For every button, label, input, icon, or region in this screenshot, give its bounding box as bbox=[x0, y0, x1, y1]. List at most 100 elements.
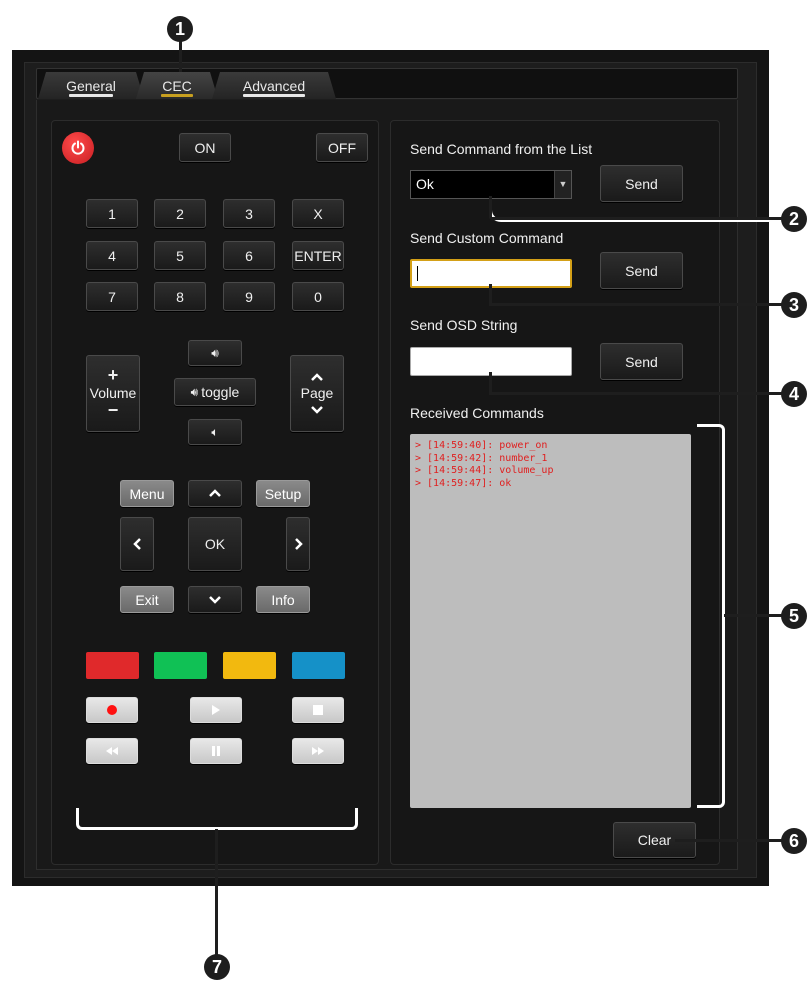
tab-advanced-underline bbox=[243, 94, 305, 97]
volume-rocker[interactable]: + Volume − bbox=[86, 355, 140, 432]
key-4[interactable]: 4 bbox=[86, 241, 138, 270]
callout-1: 1 bbox=[167, 16, 193, 42]
speaker-loud-icon: 🔊︎ bbox=[211, 345, 219, 360]
tab-general-label: General bbox=[66, 78, 116, 94]
send-list-label: Send Command from the List bbox=[410, 141, 593, 157]
volume-down-button[interactable]: 🔈︎ bbox=[188, 419, 242, 445]
rewind-icon bbox=[106, 747, 118, 755]
key-9[interactable]: 9 bbox=[223, 282, 275, 311]
tab-general-underline bbox=[69, 94, 113, 97]
callout-3-line-h bbox=[489, 303, 789, 306]
chevron-right-icon bbox=[294, 538, 303, 550]
chevron-left-icon bbox=[132, 538, 141, 550]
page-rocker[interactable]: Page bbox=[290, 355, 344, 432]
info-button[interactable]: Info bbox=[256, 586, 310, 613]
caret-down-icon: ▼ bbox=[554, 171, 571, 198]
callout-5-line bbox=[724, 614, 788, 617]
record-icon bbox=[107, 705, 117, 715]
callout-5: 5 bbox=[781, 603, 807, 629]
callout-5-bracket bbox=[697, 424, 725, 808]
send-osd-button[interactable]: Send bbox=[600, 343, 683, 380]
blue-button[interactable] bbox=[292, 652, 345, 679]
send-custom-button[interactable]: Send bbox=[600, 252, 683, 289]
volume-up-button[interactable]: 🔊︎ bbox=[188, 340, 242, 366]
nav-left-button[interactable] bbox=[120, 517, 154, 571]
key-1[interactable]: 1 bbox=[86, 199, 138, 228]
callout-6: 6 bbox=[781, 828, 807, 854]
mute-toggle-button[interactable]: 🔊︎ toggle bbox=[174, 378, 256, 406]
red-button[interactable] bbox=[86, 652, 139, 679]
callout-7-bracket bbox=[76, 808, 358, 830]
pause-icon bbox=[212, 746, 220, 756]
page-label: Page bbox=[300, 385, 334, 402]
key-5[interactable]: 5 bbox=[154, 241, 206, 270]
callout-7-line bbox=[215, 829, 218, 959]
custom-command-label: Send Custom Command bbox=[410, 230, 564, 246]
key-2[interactable]: 2 bbox=[154, 199, 206, 228]
stop-icon bbox=[313, 705, 323, 715]
tab-advanced-label: Advanced bbox=[242, 78, 306, 94]
rewind-button[interactable] bbox=[86, 738, 138, 764]
pause-button[interactable] bbox=[190, 738, 242, 764]
callout-6-line bbox=[675, 839, 785, 842]
callout-2: 2 bbox=[781, 206, 807, 232]
osd-string-label: Send OSD String bbox=[410, 317, 518, 333]
nav-down-button[interactable] bbox=[188, 586, 242, 613]
off-button[interactable]: OFF bbox=[316, 133, 368, 162]
key-7[interactable]: 7 bbox=[86, 282, 138, 311]
key-0[interactable]: 0 bbox=[292, 282, 344, 311]
tab-cec[interactable]: CEC bbox=[136, 72, 218, 99]
received-commands-log[interactable]: > [14:59:40]: power_on > [14:59:42]: num… bbox=[410, 434, 691, 808]
volume-plus-icon: + bbox=[107, 365, 119, 385]
mute-toggle-label: toggle bbox=[201, 384, 240, 400]
log-line: > [14:59:47]: ok bbox=[415, 477, 512, 489]
speaker-low-icon: 🔈︎ bbox=[211, 424, 219, 439]
tab-cec-underline bbox=[161, 94, 193, 97]
setup-button[interactable]: Setup bbox=[256, 480, 310, 507]
fast-forward-icon bbox=[312, 747, 324, 755]
callout-2-line-h bbox=[489, 217, 789, 220]
key-x[interactable]: X bbox=[292, 199, 344, 228]
key-enter[interactable]: ENTER bbox=[292, 241, 344, 270]
ok-button[interactable]: OK bbox=[188, 517, 242, 571]
volume-label: Volume bbox=[89, 384, 137, 401]
volume-minus-icon: − bbox=[107, 400, 119, 421]
stop-button[interactable] bbox=[292, 697, 344, 723]
command-select-value: Ok bbox=[416, 176, 434, 192]
callout-4-line-v bbox=[489, 372, 492, 393]
on-button[interactable]: ON bbox=[179, 133, 231, 162]
callout-3-line-v bbox=[489, 284, 492, 304]
command-select[interactable]: Ok ▼ bbox=[410, 170, 572, 199]
key-8[interactable]: 8 bbox=[154, 282, 206, 311]
play-icon bbox=[212, 705, 220, 715]
play-button[interactable] bbox=[190, 697, 242, 723]
fast-forward-button[interactable] bbox=[292, 738, 344, 764]
callout-1-line bbox=[179, 38, 182, 72]
log-line: > [14:59:40]: power_on bbox=[415, 440, 548, 451]
green-button[interactable] bbox=[154, 652, 207, 679]
exit-button[interactable]: Exit bbox=[120, 586, 174, 613]
callout-4-line-h bbox=[489, 392, 789, 395]
text-caret bbox=[417, 266, 418, 281]
key-3[interactable]: 3 bbox=[223, 199, 275, 228]
callout-2-line-v bbox=[489, 196, 492, 218]
tab-cec-label: CEC bbox=[162, 78, 192, 94]
chevron-up-icon bbox=[209, 489, 221, 497]
callout-7: 7 bbox=[204, 954, 230, 980]
key-6[interactable]: 6 bbox=[223, 241, 275, 270]
log-line: > [14:59:42]: number_1 bbox=[415, 452, 548, 464]
power-button[interactable] bbox=[62, 132, 94, 164]
speaker-icon: 🔊︎ bbox=[190, 384, 199, 399]
tab-advanced[interactable]: Advanced bbox=[212, 72, 336, 99]
menu-button[interactable]: Menu bbox=[120, 480, 174, 507]
received-commands-label: Received Commands bbox=[410, 405, 544, 421]
nav-up-button[interactable] bbox=[188, 480, 242, 507]
callout-4: 4 bbox=[781, 381, 807, 407]
nav-right-button[interactable] bbox=[286, 517, 310, 571]
record-button[interactable] bbox=[86, 697, 138, 723]
chevron-down-icon bbox=[209, 596, 221, 604]
yellow-button[interactable] bbox=[223, 652, 276, 679]
chevron-down-icon bbox=[311, 406, 323, 414]
callout-3: 3 bbox=[781, 292, 807, 318]
tab-general[interactable]: General bbox=[38, 72, 144, 99]
